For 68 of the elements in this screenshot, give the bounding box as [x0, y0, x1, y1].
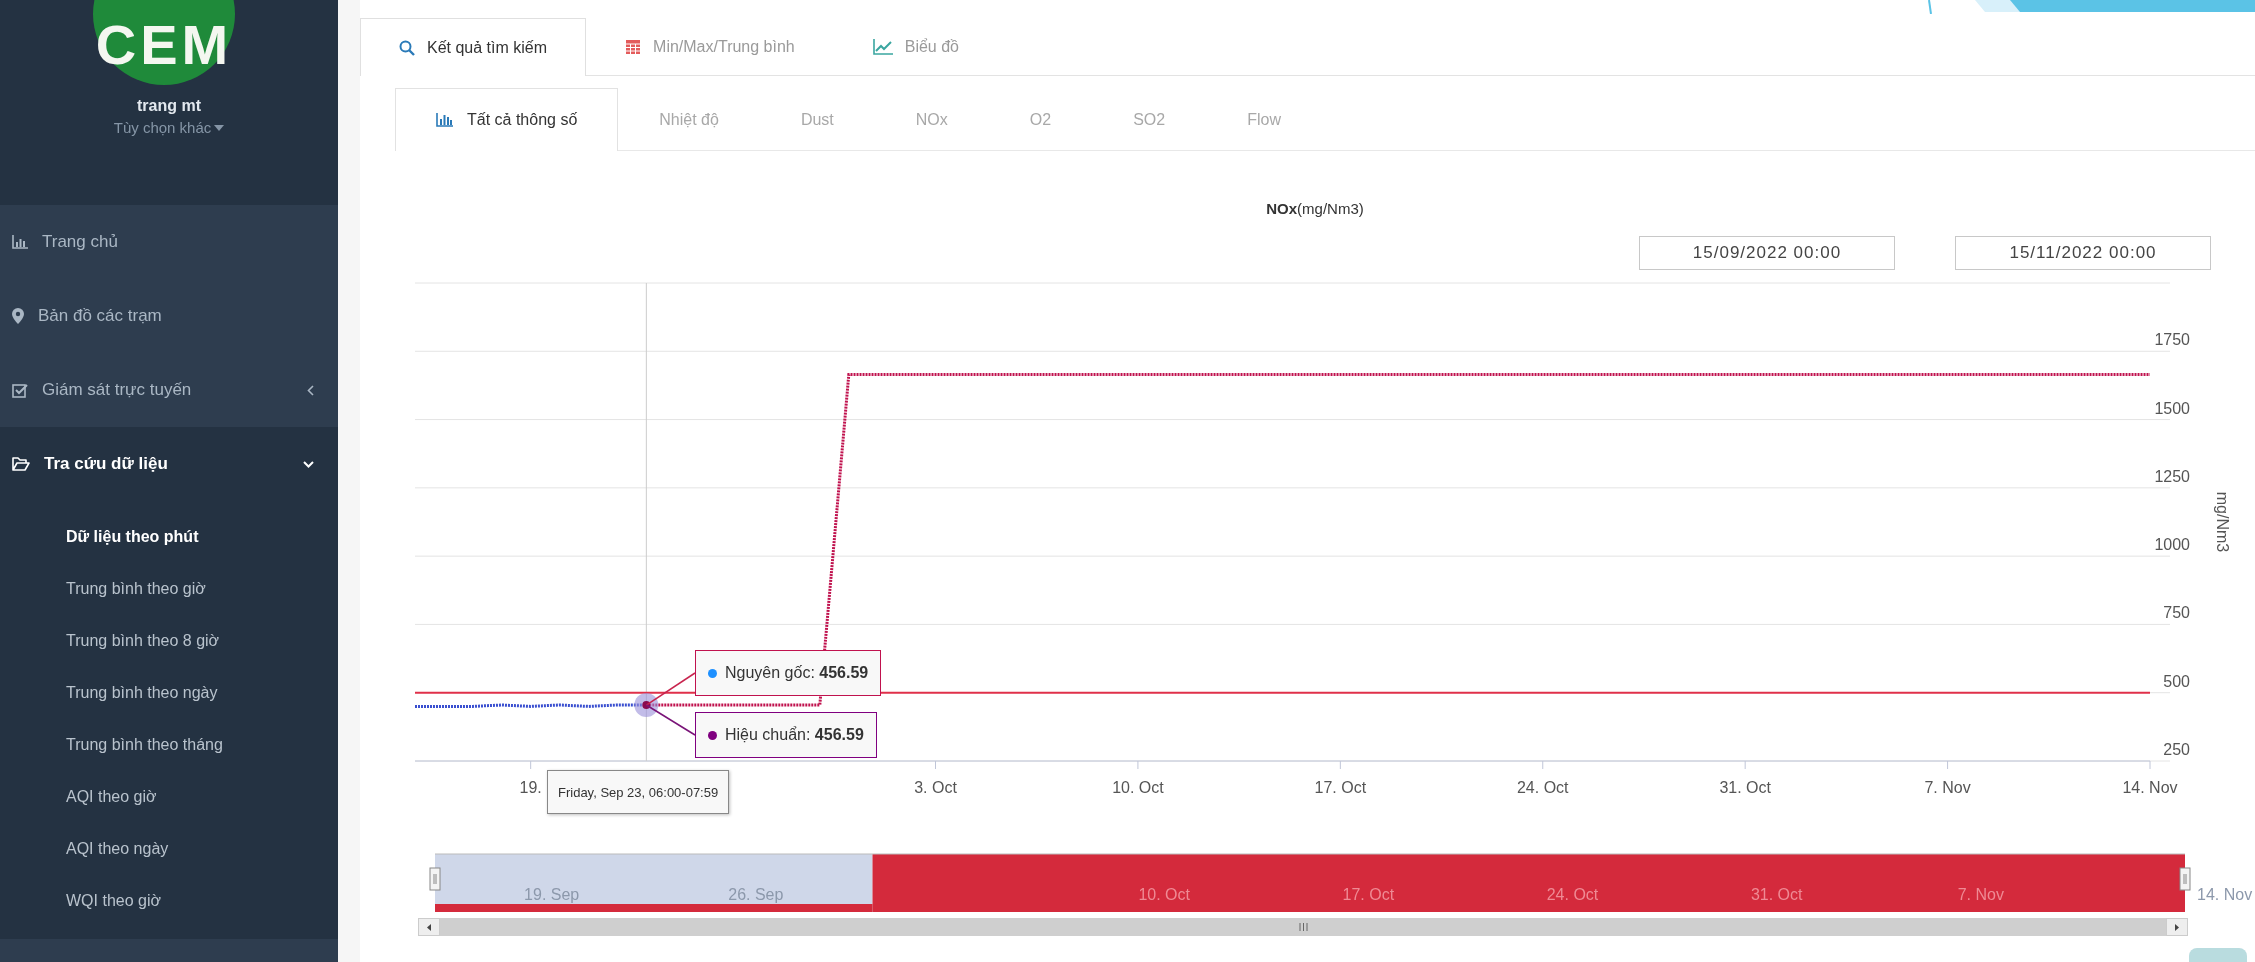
menu-item[interactable]: Trang chủ — [0, 205, 338, 279]
axis-label: 750 — [2163, 604, 2190, 622]
left-arrow-icon — [427, 923, 431, 931]
tooltip-text: Hiệu chuẩn: 456.59 — [725, 726, 864, 744]
axis-label: 17. Oct — [1314, 779, 1367, 796]
tab[interactable]: Kết quả tìm kiếm — [360, 18, 587, 76]
tooltip-text: Nguyên gốc: 456.59 — [725, 664, 869, 682]
leader-line — [645, 704, 696, 736]
tooltip-header: Friday, Sep 23, 06:00-07:59 — [547, 770, 730, 814]
submenu-item[interactable]: Trung bình theo 8 giờ — [0, 615, 338, 667]
menu-item[interactable]: Bản đồ các trạm — [0, 279, 338, 353]
axis-label: 1500 — [2154, 399, 2190, 417]
date-field[interactable]: 15/11/2022 00:00 — [1955, 236, 2211, 270]
scroll-right-button[interactable] — [2166, 918, 2188, 936]
axis-label: 14. Nov — [2197, 886, 2253, 903]
leader-line — [645, 672, 696, 706]
axis-label: 1750 — [2154, 331, 2190, 349]
right-arrow-icon — [2175, 923, 2179, 931]
line-chart-icon — [872, 39, 893, 55]
axis-label: 7. Nov — [1924, 779, 1971, 796]
axis-label: 26. Sep — [728, 886, 784, 903]
logo: CEM — [93, 0, 235, 85]
chart-title: NOx(mg/Nm3) — [1266, 200, 1364, 217]
scrollbar-thumb[interactable] — [440, 918, 2166, 936]
axis-label: 14. Nov — [2122, 779, 2178, 796]
checkbox-icon — [12, 382, 28, 398]
map-pin-icon — [12, 308, 24, 324]
range-handle[interactable] — [2179, 867, 2191, 891]
chevron-left-icon — [307, 384, 314, 396]
axis-label: 1000 — [2154, 536, 2190, 554]
range-handle[interactable] — [429, 867, 441, 891]
bar-chart-icon — [436, 113, 453, 127]
submenu-item[interactable]: AQI theo ngày — [0, 823, 338, 875]
axis-label: 10. Oct — [1138, 886, 1190, 903]
axis-label: 7. Nov — [1957, 886, 2004, 903]
axis-label: 1250 — [2154, 467, 2190, 485]
scroll-left-button[interactable] — [418, 918, 440, 936]
calculator-icon — [625, 39, 642, 55]
axis-label: 31. Oct — [1719, 779, 1771, 796]
date-field[interactable]: 15/09/2022 00:00 — [1639, 236, 1895, 270]
axis-label: 250 — [2163, 741, 2190, 758]
axis-label: 500 — [2163, 672, 2190, 690]
submenu-item[interactable]: WQI theo giờ — [0, 875, 338, 927]
caret-icon — [214, 124, 225, 131]
point-marker — [634, 693, 659, 717]
submenu-item[interactable]: Trung bình theo giờ — [0, 563, 338, 615]
tab[interactable]: Tất cả thông số — [395, 88, 619, 151]
axis-label: 31. Oct — [1750, 886, 1803, 903]
user-name: trang mt — [137, 97, 201, 115]
submenu-item[interactable]: AQI theo giờ — [0, 771, 338, 823]
bar-chart-icon — [12, 235, 28, 249]
chevron-down-icon — [303, 460, 314, 468]
folder-icon — [12, 456, 30, 472]
menu-item[interactable]: Tra cứu dữ liệu — [0, 427, 338, 501]
axis-label: 24. Oct — [1516, 779, 1569, 796]
axis-label: 3. Oct — [914, 779, 957, 796]
options-dropdown[interactable]: Tùy chọn khác — [113, 119, 225, 136]
submenu-item[interactable]: Trung bình theo tháng — [0, 719, 338, 771]
submenu-item[interactable]: Dữ liệu theo phút — [0, 511, 338, 563]
axis-label: 24. Oct — [1546, 886, 1599, 903]
axis-label: 17. Oct — [1342, 886, 1395, 903]
axis-label: 19. — [519, 779, 542, 796]
axis-title: mg/Nm3 — [2214, 491, 2231, 553]
menu-item[interactable]: Giám sát trực tuyến — [0, 353, 338, 427]
axis-label: 19. Sep — [524, 886, 580, 903]
axis-label: 10. Oct — [1112, 779, 1164, 796]
search-icon — [399, 39, 415, 56]
submenu-item[interactable]: Trung bình theo ngày — [0, 667, 338, 719]
